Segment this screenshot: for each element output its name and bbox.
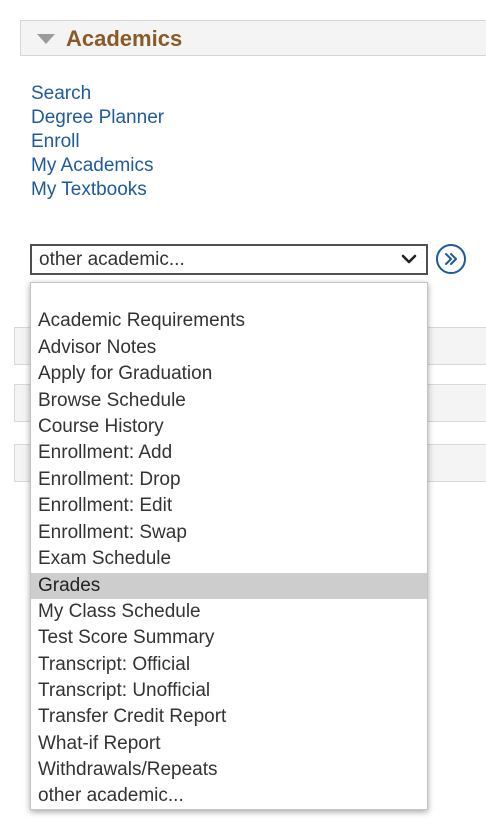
option-enrollment-edit[interactable]: Enrollment: Edit <box>31 493 427 519</box>
option-apply-for-graduation[interactable]: Apply for Graduation <box>31 361 427 387</box>
option-advisor-notes[interactable]: Advisor Notes <box>31 335 427 361</box>
option-exam-schedule[interactable]: Exam Schedule <box>31 546 427 572</box>
option-enrollment-swap[interactable]: Enrollment: Swap <box>31 520 427 546</box>
link-my-textbooks[interactable]: My Textbooks <box>31 178 164 202</box>
section-title: Academics <box>66 26 183 51</box>
option-grades[interactable]: Grades <box>31 573 427 599</box>
option-transcript-unofficial[interactable]: Transcript: Unofficial <box>31 678 427 704</box>
option-enrollment-add[interactable]: Enrollment: Add <box>31 440 427 466</box>
link-degree-planner[interactable]: Degree Planner <box>31 106 164 130</box>
option-my-class-schedule[interactable]: My Class Schedule <box>31 599 427 625</box>
option-course-history[interactable]: Course History <box>31 414 427 440</box>
option-academic-requirements[interactable]: Academic Requirements <box>31 308 427 334</box>
link-enroll[interactable]: Enroll <box>31 130 164 154</box>
options-dropdown-list: Academic Requirements Advisor Notes Appl… <box>30 282 428 810</box>
option-withdrawals-repeats[interactable]: Withdrawals/Repeats <box>31 757 427 783</box>
option-transfer-credit-report[interactable]: Transfer Credit Report <box>31 704 427 730</box>
option-test-score-summary[interactable]: Test Score Summary <box>31 625 427 651</box>
option-enrollment-drop[interactable]: Enrollment: Drop <box>31 467 427 493</box>
other-academic-select[interactable]: other academic... <box>30 244 428 275</box>
collapse-triangle-icon[interactable] <box>37 34 55 44</box>
select-value: other academic... <box>39 249 185 270</box>
option-what-if-report[interactable]: What-if Report <box>31 731 427 757</box>
go-button[interactable] <box>436 244 466 274</box>
academics-section-header[interactable]: Academics <box>20 20 486 56</box>
double-chevron-right-icon <box>445 253 457 265</box>
chevron-down-icon <box>401 254 417 264</box>
option-other-academic[interactable]: other academic... <box>31 783 427 809</box>
academic-links: Search Degree Planner Enroll My Academic… <box>31 82 164 202</box>
option-browse-schedule[interactable]: Browse Schedule <box>31 388 427 414</box>
link-my-academics[interactable]: My Academics <box>31 154 164 178</box>
link-search[interactable]: Search <box>31 82 164 106</box>
option-transcript-official[interactable]: Transcript: Official <box>31 652 427 678</box>
